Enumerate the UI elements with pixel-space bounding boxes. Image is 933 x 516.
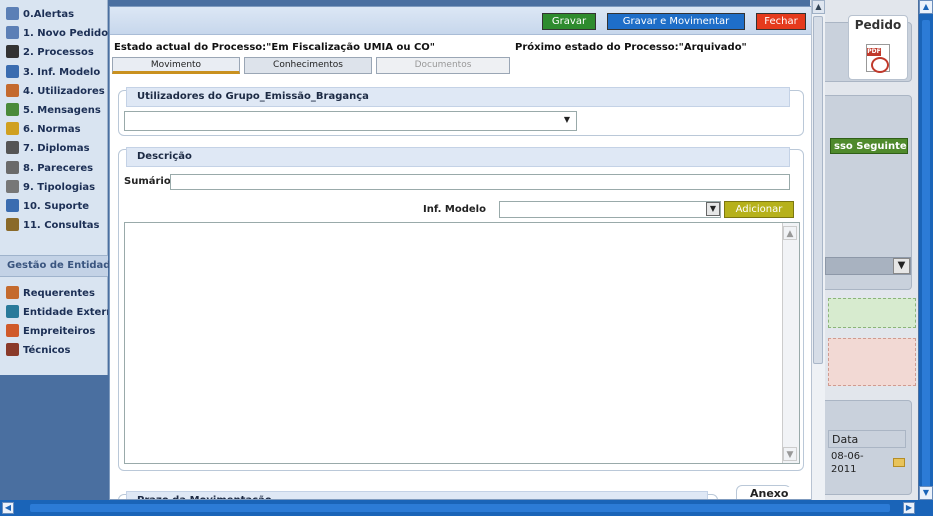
scroll-down-icon[interactable]: ▼ — [919, 486, 933, 500]
drop-zone-red — [828, 338, 916, 386]
sidebar-item-label: 9. Tipologias — [23, 181, 96, 193]
sidebar-item-label: 7. Diplomas — [23, 143, 90, 155]
sidebar-item-label: 6. Normas — [23, 124, 81, 136]
fechar-button[interactable]: Fechar — [756, 13, 806, 30]
sidebar-item-label: 11. Consultas — [23, 220, 100, 232]
inf-modelo-label: Inf. Modelo — [423, 204, 486, 215]
tab-documentos[interactable]: Documentos — [376, 57, 510, 74]
sidebar-item[interactable]: 11. Consultas — [6, 217, 108, 235]
sidebar-item[interactable]: 5. Mensagens — [6, 102, 108, 120]
sidebar-item[interactable]: 7. Diplomas — [6, 140, 108, 158]
sidebar-entity-item[interactable]: Entidade Externa — [6, 304, 108, 322]
chevron-down-icon[interactable]: ▼ — [893, 258, 910, 274]
anexo-label: Anexo — [746, 487, 793, 499]
house-icon — [6, 324, 19, 337]
sidebar-item-label: 3. Inf. Modelo — [23, 66, 101, 78]
sidebar-item[interactable]: 2. Processos — [6, 44, 108, 62]
data-cell: 08-06-2011 — [831, 451, 864, 475]
sidebar-item-label: 4. Utilizadores — [23, 85, 105, 97]
prazo-legend: Prazo da Movimentação — [126, 491, 708, 499]
sidebar-entity-label: Técnicos — [23, 345, 71, 356]
sidebar-section-title: Gestão de Entidades — [7, 260, 124, 271]
sidebar-entity-label: Entidade Externa — [23, 307, 108, 318]
book-icon — [6, 122, 19, 136]
chevron-down-icon: ▼ — [563, 115, 570, 124]
sidebar-entity-item[interactable]: Requerentes — [6, 285, 108, 303]
sidebar-item-label: 8. Pareceres — [23, 162, 94, 174]
sidebar-item[interactable]: 1. Novo Pedido — [6, 25, 108, 43]
scroll-up-icon[interactable]: ▲ — [783, 226, 797, 240]
tools-icon — [6, 218, 19, 232]
message-icon — [6, 103, 19, 116]
folder-icon[interactable] — [893, 458, 905, 467]
dialog-toolbar: Gravar Gravar e Movimentar Fechar — [110, 7, 811, 35]
sidebar-item[interactable]: 3. Inf. Modelo — [6, 64, 108, 82]
inf-modelo-select[interactable] — [499, 201, 721, 218]
proximo-estado-text: Próximo estado do Processo:"Arquivado" — [515, 42, 747, 53]
scroll-right-icon[interactable]: ▶ — [903, 502, 915, 514]
textarea-scrollbar[interactable] — [782, 223, 799, 463]
chevron-down-icon[interactable]: ▼ — [706, 202, 720, 216]
edit-icon — [6, 64, 19, 78]
sidebar-item-label: 10. Suporte — [23, 201, 90, 212]
page-horizontal-scroll-thumb[interactable] — [30, 504, 890, 512]
sidebar-item[interactable]: 9. Tipologias — [6, 179, 108, 197]
sumario-input[interactable] — [170, 174, 790, 190]
scroll-up-icon[interactable]: ▲ — [812, 0, 825, 14]
drop-zone-green — [828, 298, 916, 328]
sidebar-item-label: 0.Alertas — [23, 9, 75, 20]
tab-movimento[interactable]: Movimento — [112, 57, 240, 74]
sidebar-item[interactable]: 8. Pareceres — [6, 160, 108, 178]
diploma-icon — [6, 141, 19, 155]
pdf-icon[interactable]: PDF — [866, 44, 890, 73]
processo-seguinte-button[interactable]: sso Seguinte — [830, 138, 908, 154]
people-icon — [6, 286, 19, 299]
entity-icon — [6, 305, 19, 318]
sidebar-item[interactable]: 6. Normas — [6, 121, 108, 139]
descricao-legend: Descrição — [126, 147, 790, 167]
sidebar-item-label: 2. Processos — [23, 47, 94, 59]
page-vertical-scroll-thumb[interactable] — [922, 20, 930, 490]
tab-conhecimentos[interactable]: Conhecimentos — [244, 57, 372, 74]
sidebar-item-label: 5. Mensagens — [23, 105, 101, 116]
sidebar-entity-label: Empreiteiros — [23, 326, 96, 337]
users-icon — [6, 83, 19, 97]
sidebar-section-header: Gestão de Entidades — [0, 255, 123, 277]
movimento-dialog: Gravar Gravar e Movimentar Fechar Estado… — [109, 6, 812, 500]
data-column-header: Data — [828, 430, 906, 448]
list-icon — [6, 179, 19, 193]
plus-icon — [6, 26, 19, 40]
estado-actual-text: Estado actual do Processo:"Em Fiscalizaç… — [114, 42, 435, 53]
adicionar-button[interactable]: Adicionar — [724, 201, 794, 218]
document-icon — [6, 45, 19, 59]
gravar-button[interactable]: Gravar — [542, 13, 596, 30]
sidebar-entity-item[interactable]: Técnicos — [6, 342, 108, 360]
dialog-vertical-scroll-thumb[interactable] — [813, 16, 823, 364]
scroll-left-icon[interactable]: ◀ — [2, 502, 14, 514]
sidebar-item[interactable]: 4. Utilizadores — [6, 83, 108, 101]
scroll-up-icon[interactable]: ▲ — [919, 0, 933, 14]
gravar-movimentar-button[interactable]: Gravar e Movimentar — [607, 13, 745, 30]
sidebar-entity-label: Requerentes — [23, 288, 95, 299]
pedido-label: Pedido — [854, 18, 902, 32]
sidebar-item-label: 1. Novo Pedido — [23, 28, 108, 40]
sidebar-item[interactable]: 0.Alertas — [6, 6, 108, 24]
person-icon — [6, 343, 19, 356]
sumario-label: Sumário — [124, 176, 171, 187]
support-icon — [6, 199, 19, 212]
descricao-textarea[interactable] — [124, 222, 800, 464]
utilizadores-select[interactable]: ▼ — [124, 111, 577, 131]
clipboard-icon — [6, 160, 19, 174]
utilizadores-legend: Utilizadores do Grupo_Emissão_Bragança — [126, 87, 790, 107]
sidebar-entity-item[interactable]: Empreiteiros — [6, 323, 108, 341]
scroll-down-icon[interactable]: ▼ — [783, 447, 797, 461]
sidebar-item[interactable]: 10. Suporte — [6, 198, 108, 216]
info-icon — [6, 7, 19, 20]
